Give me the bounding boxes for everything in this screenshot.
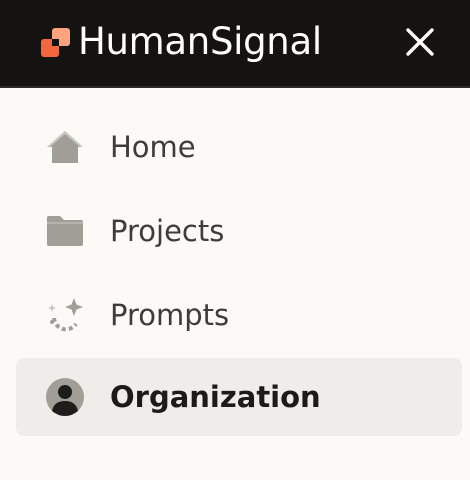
close-menu-button[interactable] (398, 22, 442, 66)
nav-item-organization[interactable]: Organization (16, 358, 462, 436)
folder-icon (44, 210, 86, 252)
humansignal-logo-icon (38, 27, 74, 59)
sparkle-icon (44, 294, 86, 336)
nav-item-prompts[interactable]: Prompts (16, 276, 462, 354)
nav-item-label: Home (110, 130, 196, 164)
nav-item-label: Projects (110, 214, 225, 248)
person-avatar-icon (44, 376, 86, 418)
nav-item-label: Prompts (110, 298, 230, 332)
home-icon (44, 126, 86, 168)
nav-item-home[interactable]: Home (16, 108, 462, 186)
brand-name: HumanSignal (78, 20, 322, 63)
nav-item-projects[interactable]: Projects (16, 192, 462, 270)
nav-item-label: Organization (110, 380, 321, 414)
top-header-bar: HumanSignal (0, 0, 470, 88)
close-icon (404, 26, 436, 62)
